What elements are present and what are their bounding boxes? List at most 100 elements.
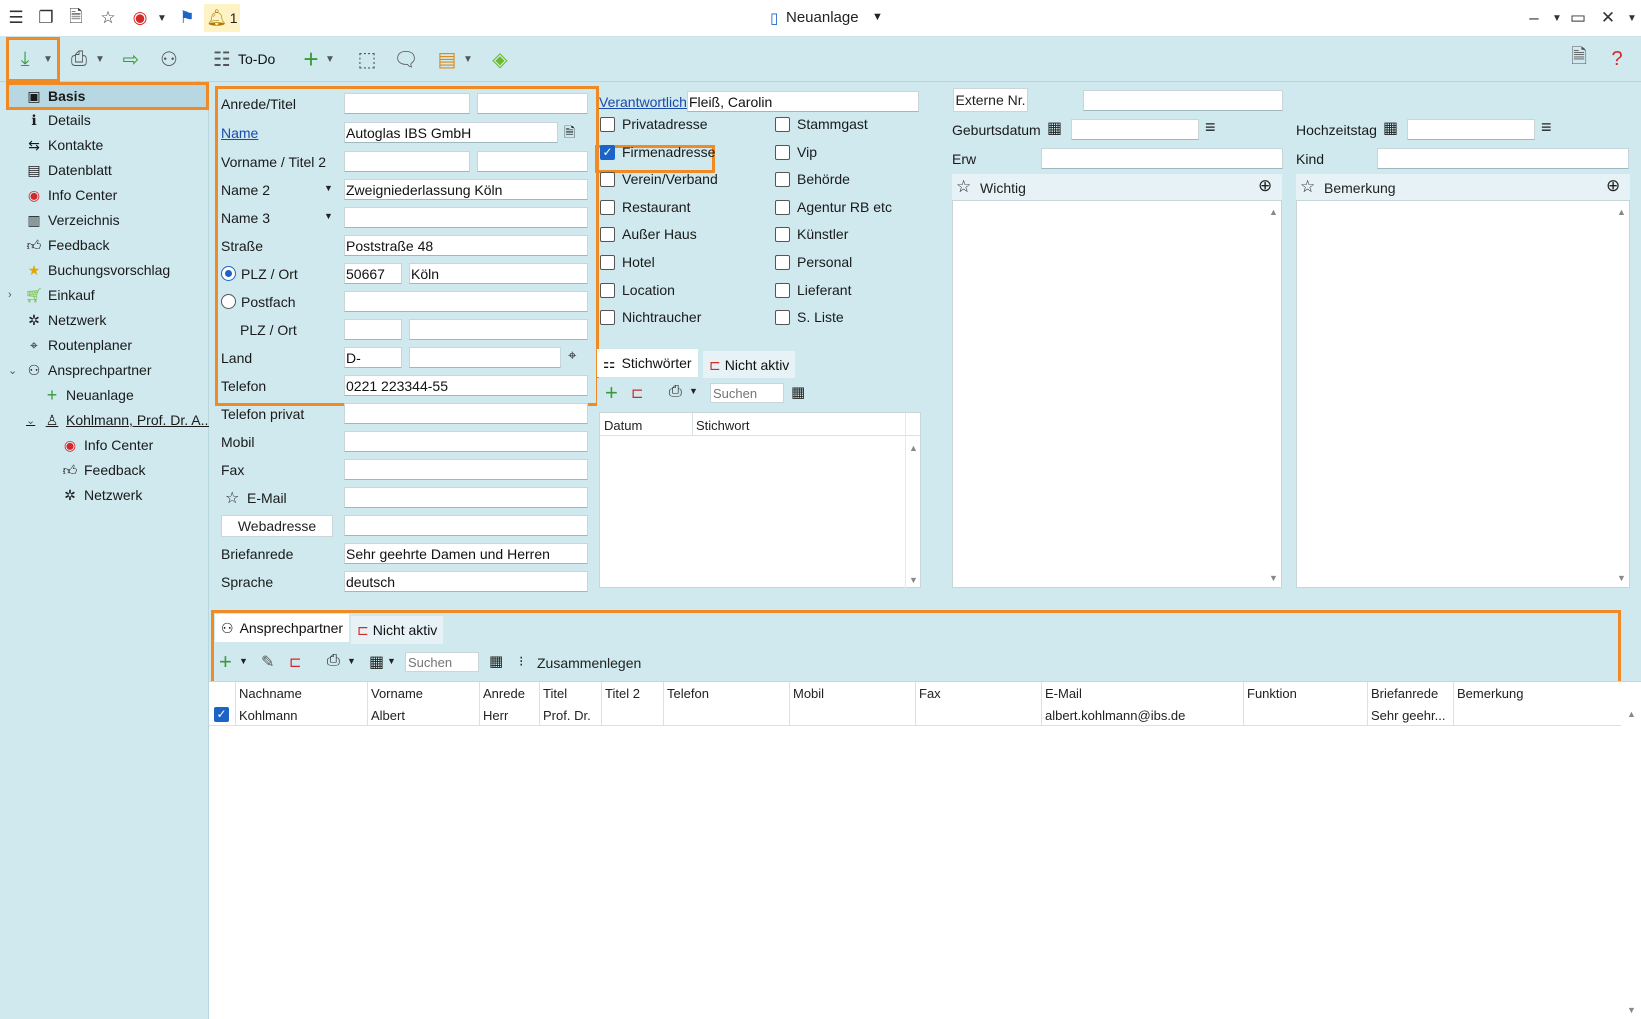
checkbox-stammgast[interactable] <box>775 117 790 132</box>
col-titel-2[interactable]: Titel 2 <box>605 686 640 701</box>
plzort-radio[interactable] <box>221 266 236 281</box>
todo-button[interactable]: To-Do <box>238 51 275 67</box>
postfach-plz-field[interactable] <box>344 319 402 340</box>
history-icon[interactable]: 🗎 <box>64 6 88 30</box>
col-vorname[interactable]: Vorname <box>371 686 423 701</box>
scroll-up-icon[interactable]: ▲ <box>1617 207 1626 217</box>
ort-field[interactable]: Köln <box>409 263 588 284</box>
col-mobil[interactable]: Mobil <box>793 686 824 701</box>
checkbox-künstler[interactable] <box>775 227 790 243</box>
zoom-icon[interactable]: ⊕ <box>1606 176 1620 196</box>
wichtig-textarea[interactable]: ▲ ▼ <box>952 200 1282 588</box>
chevron-down-icon[interactable]: ▼ <box>324 45 336 73</box>
comment-icon[interactable]: 🗨︎ <box>392 45 420 73</box>
sidebar-item-ansprechpartner[interactable]: ⌄ ⚇ Ansprechpartner <box>8 358 152 382</box>
scroll-down-icon[interactable]: ▼ <box>1617 573 1626 583</box>
sidebar-item-buchungsvorschlag[interactable]: ★ Buchungsvorschlag <box>24 258 170 282</box>
col-datum[interactable]: Datum <box>604 418 642 433</box>
columns-icon[interactable]: ▦ <box>489 652 503 670</box>
name2-dropdown-icon[interactable]: ▼ <box>324 183 333 193</box>
ansprechpartner-search-input[interactable] <box>405 652 479 672</box>
sprache-field[interactable]: deutsch <box>344 571 588 592</box>
chevron-down-icon[interactable]: ▼ <box>462 45 474 73</box>
list-icon[interactable]: ≡ <box>1205 117 1216 138</box>
scroll-up-icon[interactable]: ▲ <box>1269 207 1278 217</box>
scroll-down-icon[interactable]: ▼ <box>909 575 918 585</box>
grid-icon[interactable]: ▦ <box>369 652 384 672</box>
help-icon[interactable]: ? <box>1604 45 1630 73</box>
name-link[interactable]: Name <box>221 125 258 141</box>
todo-icon[interactable]: ☷ <box>210 45 234 73</box>
chevron-down-icon[interactable]: ▼ <box>239 656 248 666</box>
deactivate-icon[interactable]: ⊏ <box>631 384 644 402</box>
email-field[interactable] <box>344 487 588 508</box>
sidebar-item-netzwerk[interactable]: ✲ Netzwerk <box>24 308 106 332</box>
chevron-down-icon[interactable]: ▼ <box>94 45 106 73</box>
row-select-checkbox[interactable]: ✓ <box>214 707 229 722</box>
titel2-field[interactable] <box>477 151 588 172</box>
calendar-icon[interactable]: ▦ <box>1383 118 1398 138</box>
col-funktion[interactable]: Funktion <box>1247 686 1297 701</box>
sidebar-item-feedback[interactable]: 👍︎ Feedback <box>24 233 110 257</box>
geburtsdatum-field[interactable] <box>1071 119 1199 140</box>
table-row[interactable]: ✓ Kohlmann Albert Herr Prof. Dr. albert.kohlm… <box>209 704 1621 726</box>
print-icon[interactable]: ⎙ <box>327 652 340 670</box>
zoom-icon[interactable]: ⊕ <box>1258 176 1272 196</box>
land-name-field[interactable] <box>409 347 561 368</box>
title-dropdown-icon[interactable]: ▼ <box>872 11 883 23</box>
menu-icon[interactable]: ☰ <box>4 6 28 30</box>
erw-field[interactable] <box>1041 148 1283 169</box>
scroll-down-icon[interactable]: ▼ <box>1269 573 1278 583</box>
sidebar-item-basis[interactable]: ▣ Basis <box>24 84 85 108</box>
chevron-down-icon[interactable]: ▼ <box>1620 6 1641 30</box>
telefon-privat-field[interactable] <box>344 403 588 424</box>
folder-icon[interactable]: ▤ <box>434 45 460 73</box>
kind-field[interactable] <box>1377 148 1629 169</box>
star-icon[interactable]: ☆ <box>225 488 239 508</box>
stichwoerter-search-input[interactable] <box>710 383 784 403</box>
checkbox-hotel[interactable] <box>600 255 615 270</box>
scroll-down-icon[interactable]: ▼ <box>1627 1005 1636 1015</box>
chevron-down-icon[interactable]: ▼ <box>689 386 698 396</box>
sidebar-item-contact-info-center[interactable]: ◉ Info Center <box>60 433 153 457</box>
chevron-down-icon[interactable]: ▼ <box>150 6 174 30</box>
checkbox-verein-verband[interactable] <box>600 172 615 188</box>
scroll-up-icon[interactable]: ▲ <box>909 443 918 453</box>
chevron-down-icon[interactable]: ⌄ <box>26 414 42 427</box>
chevron-down-icon[interactable]: ▼ <box>347 656 356 666</box>
chevron-down-icon[interactable]: ▼ <box>42 45 54 73</box>
name3-field[interactable] <box>344 207 588 228</box>
col-stichwort[interactable]: Stichwort <box>696 418 749 433</box>
minimize-icon[interactable]: – <box>1522 6 1546 30</box>
persons-icon[interactable]: ⚇ <box>156 45 182 73</box>
chevron-down-icon[interactable]: ▼ <box>387 656 396 666</box>
strasse-field[interactable]: Poststraße 48 <box>344 235 588 256</box>
plz-field[interactable]: 50667 <box>344 263 402 284</box>
notification-button[interactable]: 🔔︎ 1 <box>204 4 240 32</box>
col-anrede[interactable]: Anrede <box>483 686 525 701</box>
sidebar-item-neuanlage[interactable]: + Neuanlage <box>42 383 134 407</box>
edit-icon[interactable]: ✎ <box>261 652 274 672</box>
document-icon[interactable]: ⬚ <box>354 45 380 73</box>
deactivate-icon[interactable]: ⊏ <box>289 653 302 671</box>
star-icon[interactable]: ☆ <box>1300 177 1315 197</box>
windows-icon[interactable]: ❐ <box>34 6 58 30</box>
checkbox-vip[interactable] <box>775 144 790 160</box>
externe-nr-button[interactable]: Externe Nr. <box>953 88 1028 112</box>
history-clock-icon[interactable]: 🗎 <box>1564 45 1594 73</box>
favorites-icon[interactable]: ☆ <box>96 6 120 30</box>
save-icon[interactable]: ⤓ <box>12 45 38 73</box>
checkbox-personal[interactable] <box>775 255 790 270</box>
verantwortlich-field[interactable]: Fleiß, Carolin <box>687 91 919 112</box>
checkbox-s-liste[interactable] <box>775 310 790 326</box>
tab-ansprechpartner-nicht-aktiv[interactable]: ⊏ Nicht aktiv <box>351 616 444 644</box>
scroll-up-icon[interactable]: ▲ <box>1627 709 1636 719</box>
bemerkung-textarea[interactable]: ▲ ▼ <box>1296 200 1630 588</box>
sidebar-item-info-center[interactable]: ◉ Info Center <box>24 183 117 207</box>
export-icon[interactable]: ⇨ <box>116 45 146 73</box>
postfach-radio[interactable] <box>221 294 236 309</box>
checkbox-außer-haus[interactable] <box>600 227 615 243</box>
print-icon[interactable]: ⎙ <box>66 45 92 73</box>
checkbox-nichtraucher[interactable] <box>600 310 615 326</box>
checkbox-firmenadresse[interactable]: ✓ <box>600 144 615 160</box>
